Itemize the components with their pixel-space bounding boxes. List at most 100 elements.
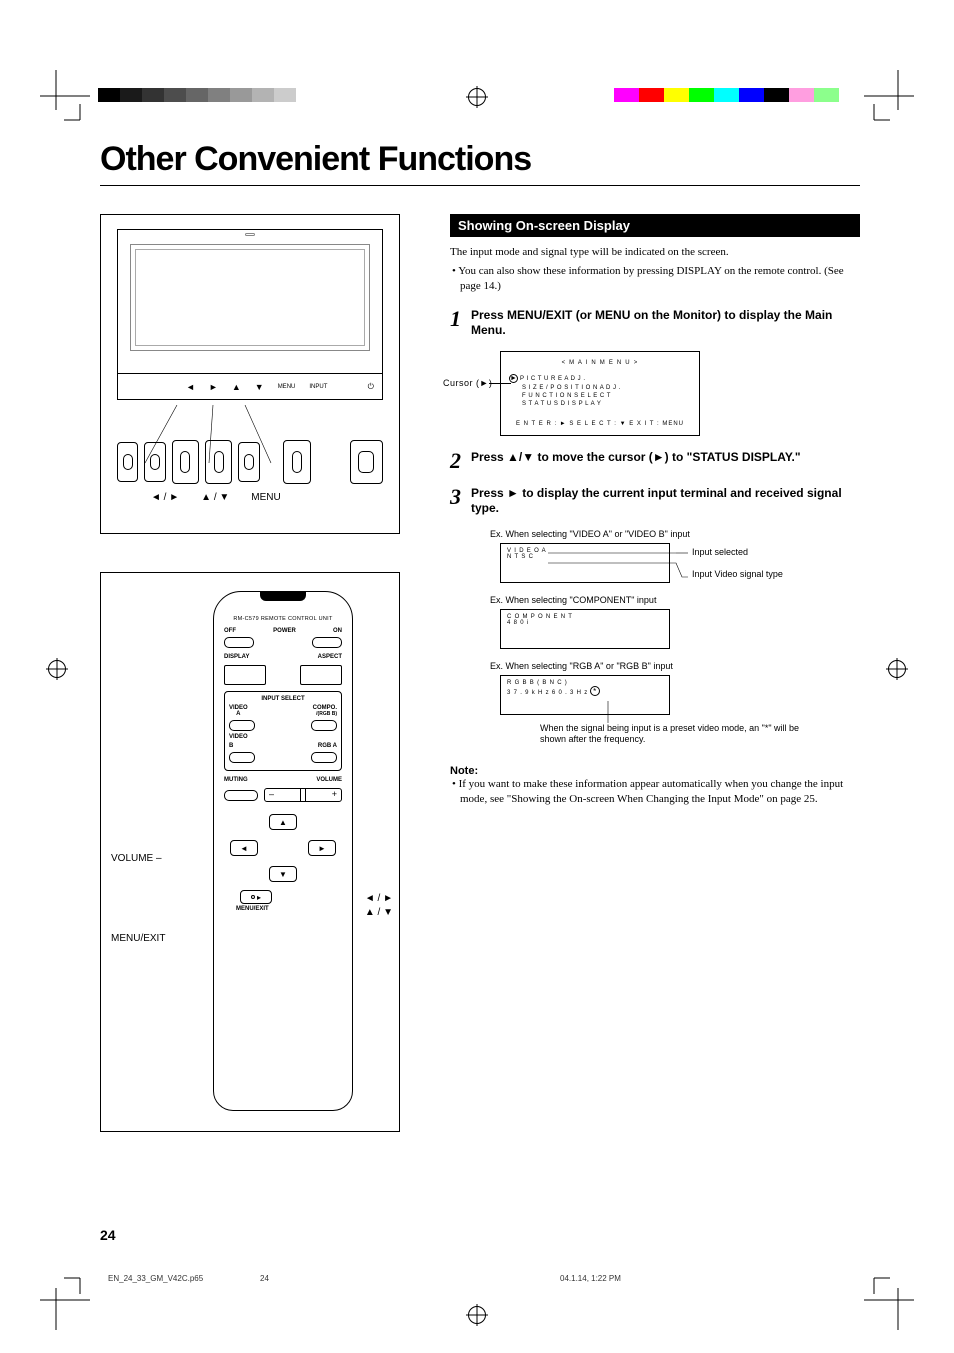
remote-diagram: RM-C579 REMOTE CONTROL UNIT OFF POWER ON	[100, 572, 400, 1132]
monitor-diagram: ◄ ► ▲ ▼ MENU INPUT ⏻	[100, 214, 400, 534]
input-select-group: INPUT SELECT VIDEO A COMPO. /(RGB B)	[224, 691, 342, 771]
monitor-lr-label: ◄ / ►	[151, 492, 179, 503]
menu-exit-button[interactable]: ▸	[240, 890, 272, 904]
video-grp-label: VIDEO	[229, 734, 337, 740]
intro-text: The input mode and signal type will be i…	[450, 245, 860, 260]
registration-mark-left	[48, 660, 66, 678]
aspect-button[interactable]	[300, 665, 342, 685]
monitor-ud-label: ▲ / ▼	[201, 492, 229, 503]
btn-off-label: OFF	[224, 628, 236, 634]
panel-down-icon: ▼	[255, 382, 264, 392]
osd-item-3: S T A T U S D I S P L A Y	[509, 401, 691, 407]
ex2-box: C O M P O N E N T 4 8 0 i	[500, 609, 670, 649]
rgb-b-sub-label: /(RGB B)	[313, 711, 337, 717]
dpad-right[interactable]: ►	[308, 840, 336, 856]
ptr-ud: ▲ / ▼	[365, 907, 393, 918]
panel-input-label: INPUT	[309, 384, 327, 390]
page-number: 24	[100, 1227, 116, 1243]
page-content: Other Convenient Functions ◄ ► ▲ ▼ MENU …	[100, 140, 860, 1132]
off-button[interactable]	[224, 637, 254, 648]
step-2-num: 2	[450, 450, 461, 472]
dpad-left[interactable]: ◄	[230, 840, 258, 856]
rgb-a-button[interactable]	[311, 752, 337, 763]
registration-mark-top	[468, 88, 486, 106]
panel-left-icon: ◄	[186, 382, 195, 392]
rgb-a-label: RGB A	[318, 743, 337, 749]
ptr-volume-minus: VOLUME –	[111, 853, 162, 864]
power-icon: ⏻	[368, 382, 374, 392]
note-heading: Note:	[450, 765, 860, 777]
osd-footer: E N T E R : ► S E L E C T : ▼ E X I T : …	[509, 421, 691, 427]
right-column: Showing On-screen Display The input mode…	[450, 214, 860, 1132]
video-b-label: B	[229, 743, 233, 749]
remote-ir-window	[260, 591, 306, 601]
panel-up-icon: ▲	[232, 382, 241, 392]
asterisk-note: When the signal being input is a preset …	[540, 723, 810, 746]
footer-pg: 24	[260, 1274, 269, 1283]
aspect-label: ASPECT	[318, 654, 342, 660]
osd-item-1: S I Z E / P O S I T I O N A D J .	[509, 385, 691, 391]
osd-item-0: P I C T U R E A D J .	[520, 376, 586, 382]
dpad-down[interactable]: ▼	[269, 866, 297, 882]
video-a-button[interactable]	[229, 720, 255, 731]
step-1-num: 1	[450, 308, 461, 339]
section-header: Showing On-screen Display	[450, 214, 860, 237]
ex1-callout2: Input Video signal type	[692, 569, 822, 579]
display-label: DISPLAY	[224, 654, 249, 660]
ptr-menu-exit: MENU/EXIT	[111, 933, 165, 944]
panel-menu-label: MENU	[278, 384, 296, 390]
panel-right-icon: ►	[209, 382, 218, 392]
ex3-box: R G B B ( B N C ) 3 7 . 9 k H z 6 0 . 3 …	[500, 675, 670, 715]
ex3-line2: 3 7 . 9 k H z 6 0 . 3 H z	[507, 690, 588, 696]
remote-body: RM-C579 REMOTE CONTROL UNIT OFF POWER ON	[213, 591, 353, 1111]
ex1-box: V I D E O A N T S C	[500, 543, 670, 583]
osd-cursor-icon: ►	[509, 374, 518, 383]
step-1: 1 Press MENU/EXIT (or MENU on the Monito…	[450, 308, 860, 339]
registration-mark-right	[888, 660, 906, 678]
ex2-line2: 4 8 0 i	[507, 620, 663, 626]
intro-bullet: • You can also show these information by…	[450, 264, 860, 294]
dpad-up[interactable]: ▲	[269, 814, 297, 830]
step-2: 2 Press ▲/▼ to move the cursor (►) to "S…	[450, 450, 860, 472]
cursor-leader-line	[489, 383, 511, 384]
step-3-text: Press ► to display the current input ter…	[471, 486, 860, 517]
step-3-num: 3	[450, 486, 461, 517]
tv-control-strip: ◄ ► ▲ ▼ MENU INPUT ⏻	[117, 374, 383, 400]
dpad: ▲ ◄ ► ▼	[224, 814, 342, 884]
tv-frame	[117, 229, 383, 374]
ptr-lr: ◄ / ►	[365, 893, 393, 904]
btn-power-label: POWER	[273, 628, 296, 634]
ex3-label: Ex. When selecting "RGB A" or "RGB B" in…	[490, 661, 860, 671]
ex1-line2: N T S C	[507, 554, 663, 560]
btn-on-label: ON	[333, 628, 342, 634]
muting-label: MUTING	[224, 777, 248, 783]
menu-exit-label: MENU/EXIT	[236, 906, 352, 912]
footer-stamp: 04.1.14, 1:22 PM	[560, 1274, 621, 1283]
footer-file: EN_24_33_GM_V42C.p65	[108, 1274, 203, 1283]
display-button[interactable]	[224, 665, 266, 685]
ex2-label: Ex. When selecting "COMPONENT" input	[490, 595, 860, 605]
compo-button[interactable]	[311, 720, 337, 731]
on-button[interactable]	[312, 637, 342, 648]
cursor-label: Cursor (►)	[443, 378, 492, 388]
step-1-text: Press MENU/EXIT (or MENU on the Monitor)…	[471, 308, 860, 339]
left-column: ◄ ► ▲ ▼ MENU INPUT ⏻	[100, 214, 420, 1132]
remote-model-text: RM-C579 REMOTE CONTROL UNIT	[214, 616, 352, 622]
muting-button[interactable]	[224, 790, 258, 801]
color-bar	[614, 88, 839, 102]
osd-item-2: F U N C T I O N S E L E C T	[509, 393, 691, 399]
ex1-callout1: Input selected	[692, 547, 748, 557]
volume-rocker[interactable]: – +	[264, 788, 342, 802]
page-title: Other Convenient Functions	[100, 140, 860, 186]
step-2-text: Press ▲/▼ to move the cursor (►) to "STA…	[471, 450, 860, 472]
asterisk-icon: *	[590, 686, 600, 696]
osd-main-menu: Cursor (►) < M A I N M E N U > ►P I C T …	[500, 351, 700, 436]
input-select-label: INPUT SELECT	[229, 696, 337, 702]
monitor-menu-label: MENU	[251, 492, 280, 503]
video-b-button[interactable]	[229, 752, 255, 763]
volume-label: VOLUME	[316, 777, 342, 783]
jack-row	[117, 440, 383, 484]
ex1-label: Ex. When selecting "VIDEO A" or "VIDEO B…	[490, 529, 860, 539]
step-3: 3 Press ► to display the current input t…	[450, 486, 860, 517]
grayscale-bar	[98, 88, 296, 102]
